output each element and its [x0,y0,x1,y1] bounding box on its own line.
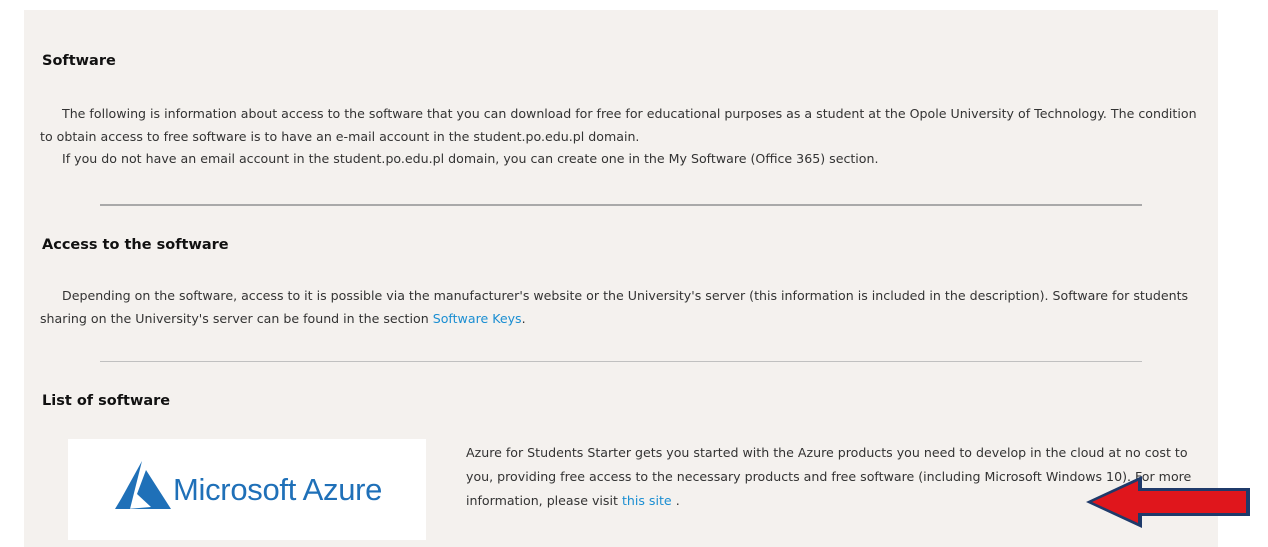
heading-access: Access to the software [42,237,229,253]
divider-1 [100,204,1142,206]
access-period: . [521,310,526,326]
access-text: Depending on the software, access to it … [40,288,1189,326]
this-site-link[interactable]: this site [622,493,672,508]
heading-software: Software [42,53,116,69]
access-paragraph: Depending on the software, access to it … [40,285,1200,330]
software-intro-text: The following is information about acces… [40,106,1197,144]
software-account-text: If you do not have an email account in t… [62,151,879,166]
divider-2 [100,361,1142,362]
azure-description-period: . [675,493,680,508]
heading-list: List of software [42,393,171,409]
software-keys-link[interactable]: Software Keys [433,311,522,326]
software-paragraph: The following is information about acces… [40,103,1200,171]
azure-logo-icon [115,461,171,509]
red-left-arrow-icon [1086,476,1250,528]
azure-logo-text: Microsoft Azure [173,472,383,507]
azure-logo-card[interactable]: Microsoft Azure [68,439,426,540]
